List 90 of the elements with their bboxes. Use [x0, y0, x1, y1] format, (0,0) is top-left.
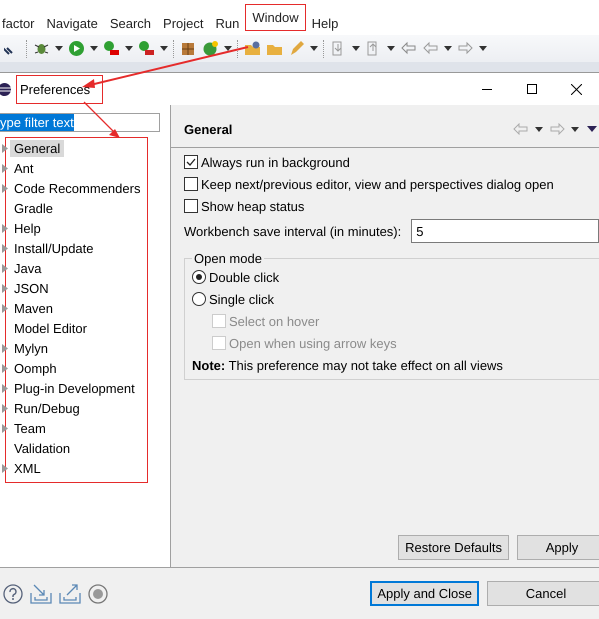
checkbox-label: Show heap status: [201, 198, 304, 214]
tree-item[interactable]: Ant: [10, 160, 38, 176]
tree-item[interactable]: Code Recommenders: [10, 180, 144, 196]
save-interval-field[interactable]: 5: [411, 219, 599, 243]
folder-icon[interactable]: [244, 40, 261, 57]
menu-item[interactable]: Run: [210, 16, 246, 31]
package-icon[interactable]: [180, 40, 197, 57]
tree-item[interactable]: Install/Update: [10, 240, 98, 256]
expand-arrow-icon[interactable]: [2, 304, 8, 312]
tree-item[interactable]: Gradle: [10, 200, 58, 216]
maximize-icon[interactable]: [526, 84, 536, 94]
back-arrow-icon[interactable]: [422, 40, 439, 57]
page-title: General: [184, 122, 234, 136]
new-class-icon[interactable]: [202, 40, 219, 57]
expand-arrow-icon[interactable]: [2, 144, 8, 152]
tree-item[interactable]: Oomph: [10, 360, 61, 376]
tree-item[interactable]: Team: [10, 420, 50, 436]
forward-arrow-icon[interactable]: [457, 40, 474, 57]
expand-arrow-icon[interactable]: [2, 384, 8, 392]
expand-arrow-icon[interactable]: [2, 244, 8, 252]
tree-item[interactable]: Validation: [10, 440, 74, 456]
menu-item[interactable]: Window: [246, 10, 305, 25]
tree-item[interactable]: JSON: [10, 280, 53, 296]
expand-arrow-icon[interactable]: [2, 264, 8, 272]
caret-icon[interactable]: [310, 46, 318, 51]
tree-item[interactable]: XML: [10, 460, 45, 476]
expand-arrow-icon[interactable]: [2, 464, 8, 472]
tree-item[interactable]: General: [10, 140, 64, 156]
import-icon[interactable]: [30, 584, 52, 604]
checkbox-label: Select on hover: [229, 314, 320, 328]
caret-icon[interactable]: [224, 46, 232, 51]
menu-item[interactable]: Navigate: [40, 16, 104, 31]
tree-item[interactable]: Java: [10, 260, 46, 276]
run-config-icon[interactable]: [103, 40, 120, 57]
caret-icon[interactable]: [387, 46, 395, 51]
caret-icon[interactable]: [444, 46, 452, 51]
close-icon[interactable]: [571, 84, 582, 94]
menu-item[interactable]: Search: [104, 16, 158, 31]
expand-arrow-icon[interactable]: [2, 344, 8, 352]
expand-arrow-icon[interactable]: [2, 184, 8, 192]
tree-item[interactable]: Plug-in Development: [10, 380, 139, 396]
minimize-icon[interactable]: [482, 88, 492, 90]
checkbox[interactable]: [184, 155, 198, 169]
checkbox-label: Keep next/previous editor, view and perspectives dialog open: [201, 176, 554, 192]
group-title: Open mode: [193, 251, 263, 266]
expand-arrow-icon[interactable]: [2, 424, 8, 432]
expand-arrow-icon[interactable]: [2, 284, 8, 292]
tree-item[interactable]: Help: [10, 220, 45, 236]
export-icon[interactable]: [59, 584, 81, 604]
caret-icon[interactable]: [535, 126, 543, 132]
caret-icon[interactable]: [571, 126, 579, 132]
menu-item[interactable]: Help: [306, 16, 344, 31]
run-icon[interactable]: [68, 40, 85, 57]
apply-button[interactable]: Apply: [517, 535, 599, 560]
filter-field[interactable]: ype filter text: [0, 113, 160, 132]
back-edit-icon[interactable]: [400, 40, 417, 57]
view-menu-icon[interactable]: [587, 126, 597, 132]
tree-item[interactable]: Run/Debug: [10, 400, 84, 416]
caret-icon[interactable]: [160, 46, 168, 51]
checkbox[interactable]: [184, 199, 198, 213]
note-text: Note: This preference may not take effect on all views: [192, 358, 503, 372]
record-icon[interactable]: [88, 584, 108, 604]
expand-arrow-icon[interactable]: [2, 404, 8, 412]
checkbox-label: Always run in background: [201, 154, 350, 170]
caret-icon[interactable]: [125, 46, 133, 51]
caret-icon[interactable]: [479, 46, 487, 51]
radio-label: Single click: [209, 292, 274, 306]
help-icon[interactable]: [3, 584, 23, 604]
cancel-button[interactable]: Cancel: [487, 581, 599, 606]
tree-item[interactable]: Mylyn: [10, 340, 52, 356]
caret-icon[interactable]: [352, 46, 360, 51]
tree-item[interactable]: Model Editor: [10, 320, 91, 336]
window-title: Preferences: [20, 82, 90, 96]
restore-defaults-button[interactable]: Restore Defaults: [398, 535, 509, 560]
tree-item[interactable]: Maven: [10, 300, 58, 316]
caret-icon[interactable]: [55, 46, 63, 51]
expand-arrow-icon[interactable]: [2, 364, 8, 372]
radio-button[interactable]: [192, 270, 206, 284]
radio-button[interactable]: [192, 292, 206, 306]
expand-arrow-icon[interactable]: [2, 224, 8, 232]
run-tool-icon[interactable]: [138, 40, 155, 57]
menu-item[interactable]: factor: [0, 16, 41, 31]
checkbox[interactable]: [184, 177, 198, 191]
caret-icon[interactable]: [90, 46, 98, 51]
radio-label: Double click: [209, 270, 280, 284]
menu-item[interactable]: Project: [157, 16, 210, 31]
field-label: Workbench save interval (in minutes):: [184, 224, 402, 238]
checkbox-label: Open when using arrow keys: [229, 336, 397, 350]
expand-arrow-icon[interactable]: [2, 164, 8, 172]
apply-and-close-button[interactable]: Apply and Close: [370, 581, 479, 606]
